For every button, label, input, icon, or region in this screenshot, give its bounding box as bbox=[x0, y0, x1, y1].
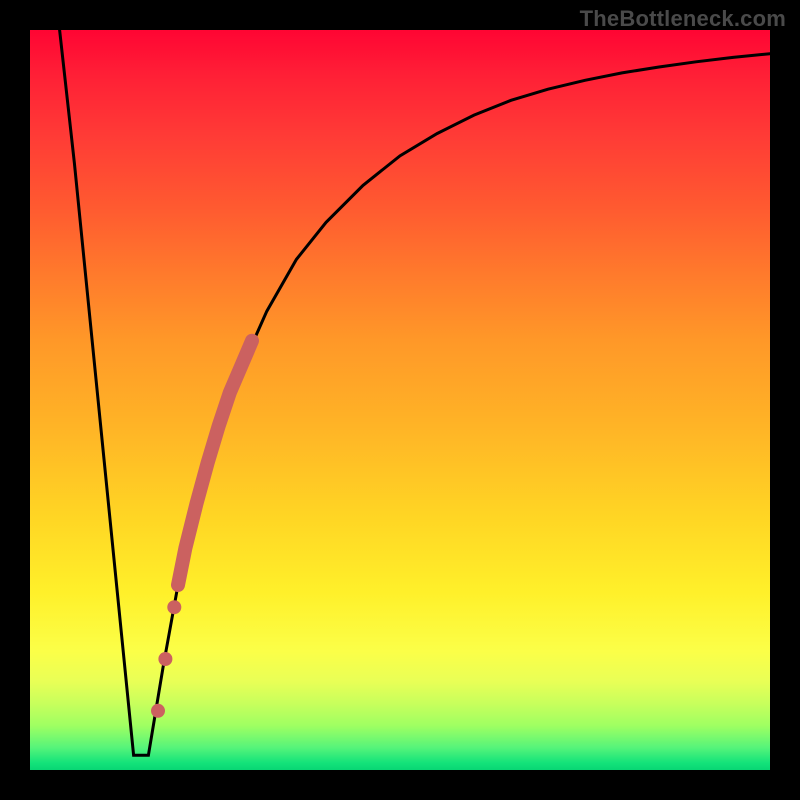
highlight-dot bbox=[151, 704, 165, 718]
highlight-dot bbox=[167, 600, 181, 614]
chart-frame: TheBottleneck.com bbox=[0, 0, 800, 800]
bottleneck-curve bbox=[60, 30, 770, 755]
highlight-dot bbox=[158, 652, 172, 666]
plot-area bbox=[30, 30, 770, 770]
highlight-dots bbox=[151, 600, 181, 718]
highlight-band bbox=[178, 341, 252, 585]
watermark-text: TheBottleneck.com bbox=[580, 6, 786, 32]
curve-layer bbox=[30, 30, 770, 770]
